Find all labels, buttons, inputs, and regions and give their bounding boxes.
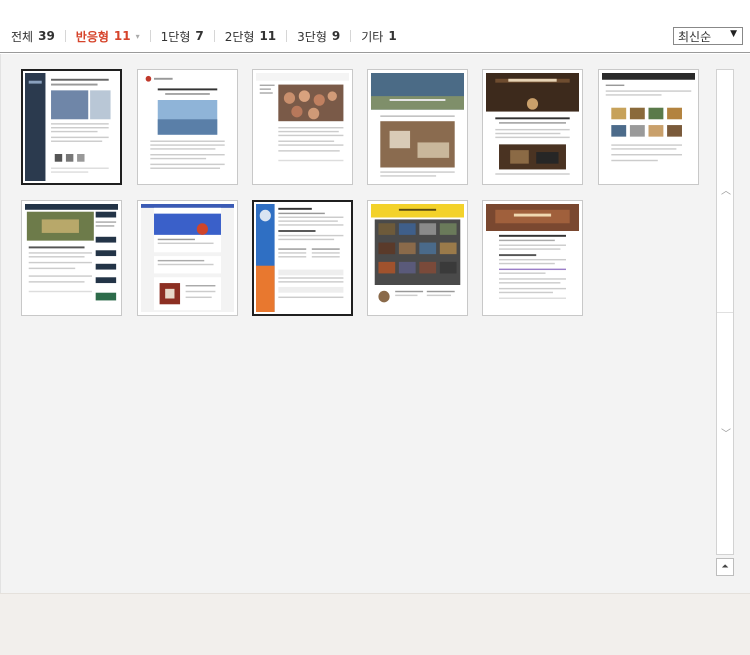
skin-thumb-3[interactable]	[252, 69, 353, 185]
footer-area	[0, 593, 750, 655]
skin-thumb-8[interactable]	[137, 200, 238, 316]
dropdown-arrow-icon: ▼	[730, 29, 737, 39]
scrollbar-divider	[717, 312, 733, 313]
filter-bar: 전체 39 반응형 11 ▾ 1단형 7 2단형 11 3단형 9 기타 1 최…	[0, 0, 750, 53]
sort-select[interactable]: 최신순 ▼	[673, 27, 743, 45]
skin-preview	[486, 204, 579, 312]
skin-thumb-1[interactable]	[21, 69, 122, 185]
tab-divider	[64, 30, 66, 42]
chevron-down-icon[interactable]: ﹀	[721, 430, 731, 440]
skin-thumb-11[interactable]	[482, 200, 583, 316]
skin-preview	[141, 73, 234, 181]
tab-divider	[149, 30, 151, 42]
sort-value: 최신순	[678, 29, 712, 44]
tab-label: 반응형	[75, 29, 109, 44]
skin-preview	[141, 204, 234, 312]
skin-gallery: ︿ ﹀ ⏶	[0, 54, 750, 593]
tab-label: 기타	[361, 29, 384, 44]
tab-divider	[286, 30, 288, 42]
tab-responsive[interactable]: 반응형 11 ▾	[76, 28, 140, 45]
tab-label: 2단형	[224, 29, 255, 44]
scroll-to-top-button[interactable]: ⏶	[716, 558, 734, 576]
tab-count: 39	[38, 29, 55, 43]
tab-divider	[213, 30, 215, 42]
skin-preview	[25, 204, 118, 312]
skin-thumb-4[interactable]	[367, 69, 468, 185]
skin-preview	[256, 204, 349, 312]
tab-one-column[interactable]: 1단형 7	[161, 28, 204, 45]
tab-label: 전체	[11, 29, 34, 44]
category-tabs: 전체 39 반응형 11 ▾ 1단형 7 2단형 11 3단형 9 기타 1	[11, 28, 397, 44]
skin-thumb-2[interactable]	[137, 69, 238, 185]
skin-thumb-10[interactable]	[367, 200, 468, 316]
skin-thumb-6[interactable]	[598, 69, 699, 185]
tab-divider	[350, 30, 352, 42]
skin-thumb-7[interactable]	[21, 200, 122, 316]
tab-count: 1	[388, 29, 397, 43]
skin-thumb-5[interactable]	[482, 69, 583, 185]
skin-preview	[486, 73, 579, 181]
vertical-scrollbar[interactable]: ︿ ﹀ ⏶	[716, 69, 734, 577]
tab-count: 7	[195, 29, 204, 43]
tab-other[interactable]: 기타 1	[361, 28, 396, 45]
tab-two-column[interactable]: 2단형 11	[225, 28, 276, 45]
skin-preview	[371, 73, 464, 181]
scrollbar-track[interactable]: ︿ ﹀	[716, 69, 734, 555]
tab-all[interactable]: 전체 39	[11, 28, 55, 45]
skin-preview	[371, 204, 464, 312]
eject-up-icon: ⏶	[721, 562, 729, 572]
skin-thumb-9[interactable]	[252, 200, 353, 316]
tab-label: 1단형	[160, 29, 191, 44]
skin-preview	[602, 73, 695, 181]
skin-preview	[256, 73, 349, 181]
tab-count: 11	[259, 29, 277, 43]
tab-count: 9	[331, 29, 341, 43]
chevron-up-icon[interactable]: ︿	[721, 187, 731, 197]
tab-count: 11	[113, 29, 131, 43]
chevron-down-icon[interactable]: ▾	[136, 32, 140, 41]
skin-preview	[25, 73, 118, 181]
tab-label: 3단형	[297, 29, 327, 44]
tab-three-column[interactable]: 3단형 9	[297, 28, 340, 45]
